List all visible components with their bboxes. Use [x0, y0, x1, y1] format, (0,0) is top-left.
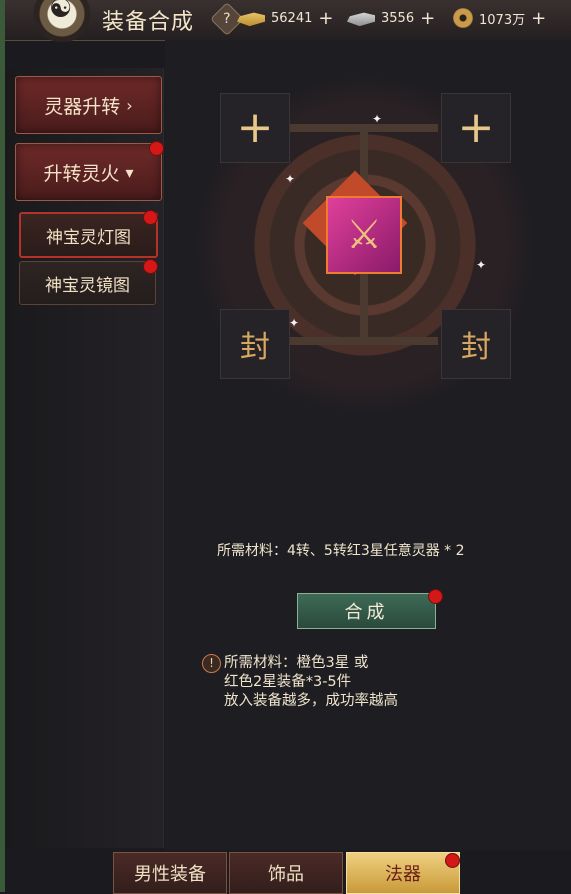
tab-lingfire-upgrade[interactable]: 升转灵火 ▾: [15, 143, 162, 201]
plus-icon: +: [236, 102, 274, 153]
sparkle-icon: ✦: [476, 258, 487, 272]
page-title: 装备合成: [102, 10, 195, 35]
notification-dot: [428, 589, 443, 604]
gold-amount: 56241: [271, 10, 313, 26]
help-icon: ?: [223, 11, 231, 27]
add-gold-button[interactable]: +: [318, 8, 333, 29]
tab-accessories[interactable]: 饰品: [229, 852, 343, 894]
notification-dot: [143, 259, 158, 274]
warning-icon: !: [202, 654, 221, 673]
chevron-right-icon: ›: [126, 95, 133, 115]
silver-ingot-icon: [347, 12, 375, 27]
currency-silver: 3556 +: [347, 7, 435, 29]
plus-icon: +: [457, 102, 495, 153]
sidebar-item-mirror-map[interactable]: 神宝灵镜图: [19, 261, 156, 305]
notification-dot: [143, 210, 158, 225]
sparkle-icon: ✦: [372, 112, 383, 126]
sparkle-icon: ✦: [289, 316, 300, 330]
tab-artifacts[interactable]: 法器: [346, 852, 460, 894]
tab-male-equipment[interactable]: 男性装备: [113, 852, 227, 894]
sealed-lock-icon: 封: [461, 330, 491, 365]
requirement-text: 所需材料：4转、5转红3星任意灵器 * 2: [217, 543, 465, 559]
copper-amount: 1073万: [479, 12, 526, 28]
tab-label: 升转灵火: [43, 162, 120, 185]
note-line: 所需材料：橙色3星 或: [224, 655, 369, 671]
compose-label: 合成: [344, 602, 389, 623]
gold-ingot-icon: [237, 12, 265, 27]
add-copper-button[interactable]: +: [531, 8, 546, 29]
tab-label: 灵器升转: [44, 95, 121, 118]
sidebar-item-lamp-map[interactable]: 神宝灵灯图: [19, 212, 158, 258]
chevron-down-icon: ▾: [125, 162, 134, 182]
sparkle-icon: ✦: [285, 172, 296, 186]
material-slot-top-right[interactable]: +: [441, 93, 511, 163]
currency-copper: 1073万 +: [453, 7, 546, 29]
copper-coin-icon: [453, 8, 473, 28]
compose-button[interactable]: 合成: [297, 593, 436, 629]
material-slot-top-left[interactable]: +: [220, 93, 290, 163]
notification-dot: [149, 141, 164, 156]
sidebar-item-label: 神宝灵灯图: [46, 227, 131, 248]
top-bar: 装备合成 ? 56241 + 3556 + 1073万 +: [5, 0, 571, 42]
tab-lingqi-upgrade[interactable]: 灵器升转 ›: [15, 76, 162, 134]
notification-dot: [445, 853, 460, 868]
silver-amount: 3556: [381, 10, 415, 26]
artifact-icon: ⚔: [346, 212, 382, 258]
material-slot-bottom-left[interactable]: 封: [220, 309, 290, 379]
material-note: 所需材料：橙色3星 或 红色2星装备*3-5件 放入装备越多，成功率越高: [224, 654, 398, 711]
center-equipment-item[interactable]: ⚔: [326, 196, 402, 274]
add-silver-button[interactable]: +: [420, 8, 435, 29]
sidebar-item-label: 神宝灵镜图: [45, 275, 130, 296]
note-line: 放入装备越多，成功率越高: [224, 693, 398, 709]
taiji-emblem-icon: [27, 0, 97, 42]
currency-gold: 56241 +: [237, 7, 333, 29]
bottom-tab-label: 男性装备: [134, 864, 206, 885]
note-line: 红色2星装备*3-5件: [224, 674, 352, 690]
sealed-lock-icon: 封: [240, 330, 270, 365]
frame-bar: [360, 272, 368, 344]
bottom-tab-label: 饰品: [268, 864, 304, 885]
material-slot-bottom-right[interactable]: 封: [441, 309, 511, 379]
bottom-tab-label: 法器: [385, 864, 421, 885]
